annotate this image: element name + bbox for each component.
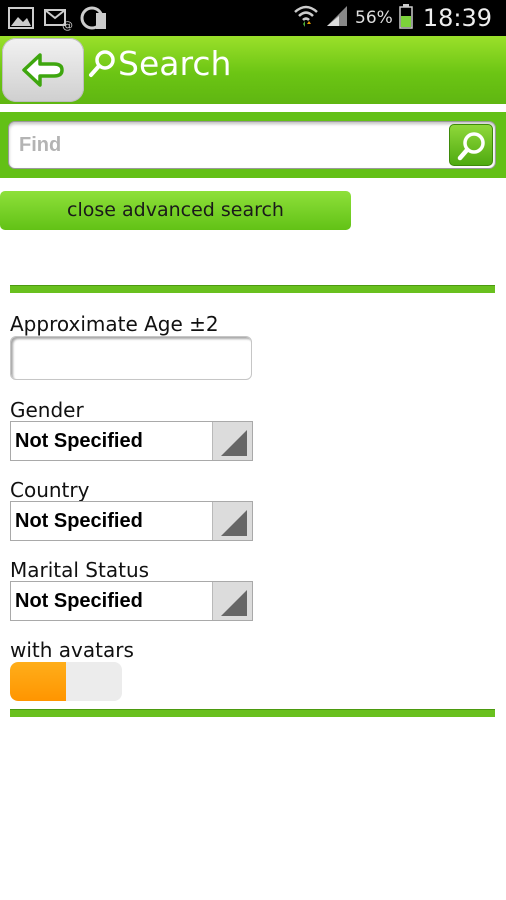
app-bar: Search bbox=[0, 36, 506, 104]
age-label: Approximate Age ±2 bbox=[10, 312, 219, 336]
marital-status-label: Marital Status bbox=[10, 558, 150, 582]
picture-icon bbox=[8, 5, 34, 31]
country-label: Country bbox=[10, 478, 90, 502]
section-divider-top bbox=[10, 285, 495, 293]
age-input[interactable] bbox=[10, 336, 252, 380]
gender-value: Not Specified bbox=[15, 430, 143, 452]
signal-icon bbox=[325, 4, 349, 32]
close-advanced-search-button[interactable]: close advanced search bbox=[0, 191, 351, 230]
gender-label: Gender bbox=[10, 398, 84, 422]
search-icon bbox=[457, 132, 485, 161]
gender-select[interactable]: Not Specified bbox=[10, 421, 253, 461]
page-title: Search bbox=[88, 44, 231, 83]
dropdown-arrow-icon bbox=[212, 582, 252, 620]
section-divider-bottom bbox=[10, 709, 495, 717]
svg-text:@: @ bbox=[62, 19, 73, 31]
back-button[interactable] bbox=[2, 38, 84, 102]
battery-percent: 56% bbox=[355, 8, 393, 28]
country-select[interactable]: Not Specified bbox=[10, 501, 253, 541]
page-title-text: Search bbox=[118, 44, 232, 83]
sync-icon bbox=[80, 5, 106, 31]
marital-status-select[interactable]: Not Specified bbox=[10, 581, 253, 621]
find-input[interactable] bbox=[9, 122, 439, 168]
with-avatars-toggle[interactable] bbox=[10, 662, 122, 701]
find-field[interactable] bbox=[8, 121, 496, 169]
battery-icon bbox=[399, 3, 413, 33]
search-icon bbox=[89, 49, 115, 77]
back-arrow-icon bbox=[22, 53, 64, 87]
dropdown-arrow-icon bbox=[212, 422, 252, 460]
clock: 18:39 bbox=[422, 4, 492, 32]
status-bar: @ 56% 18:39 bbox=[0, 0, 506, 36]
country-value: Not Specified bbox=[15, 510, 143, 532]
search-bar bbox=[0, 112, 506, 178]
marital-status-value: Not Specified bbox=[15, 590, 143, 612]
mail-icon: @ bbox=[44, 5, 73, 32]
toggle-knob bbox=[10, 662, 66, 701]
find-button[interactable] bbox=[449, 124, 493, 166]
wifi-icon bbox=[293, 3, 319, 33]
with-avatars-label: with avatars bbox=[10, 638, 134, 662]
dropdown-arrow-icon bbox=[212, 502, 252, 540]
